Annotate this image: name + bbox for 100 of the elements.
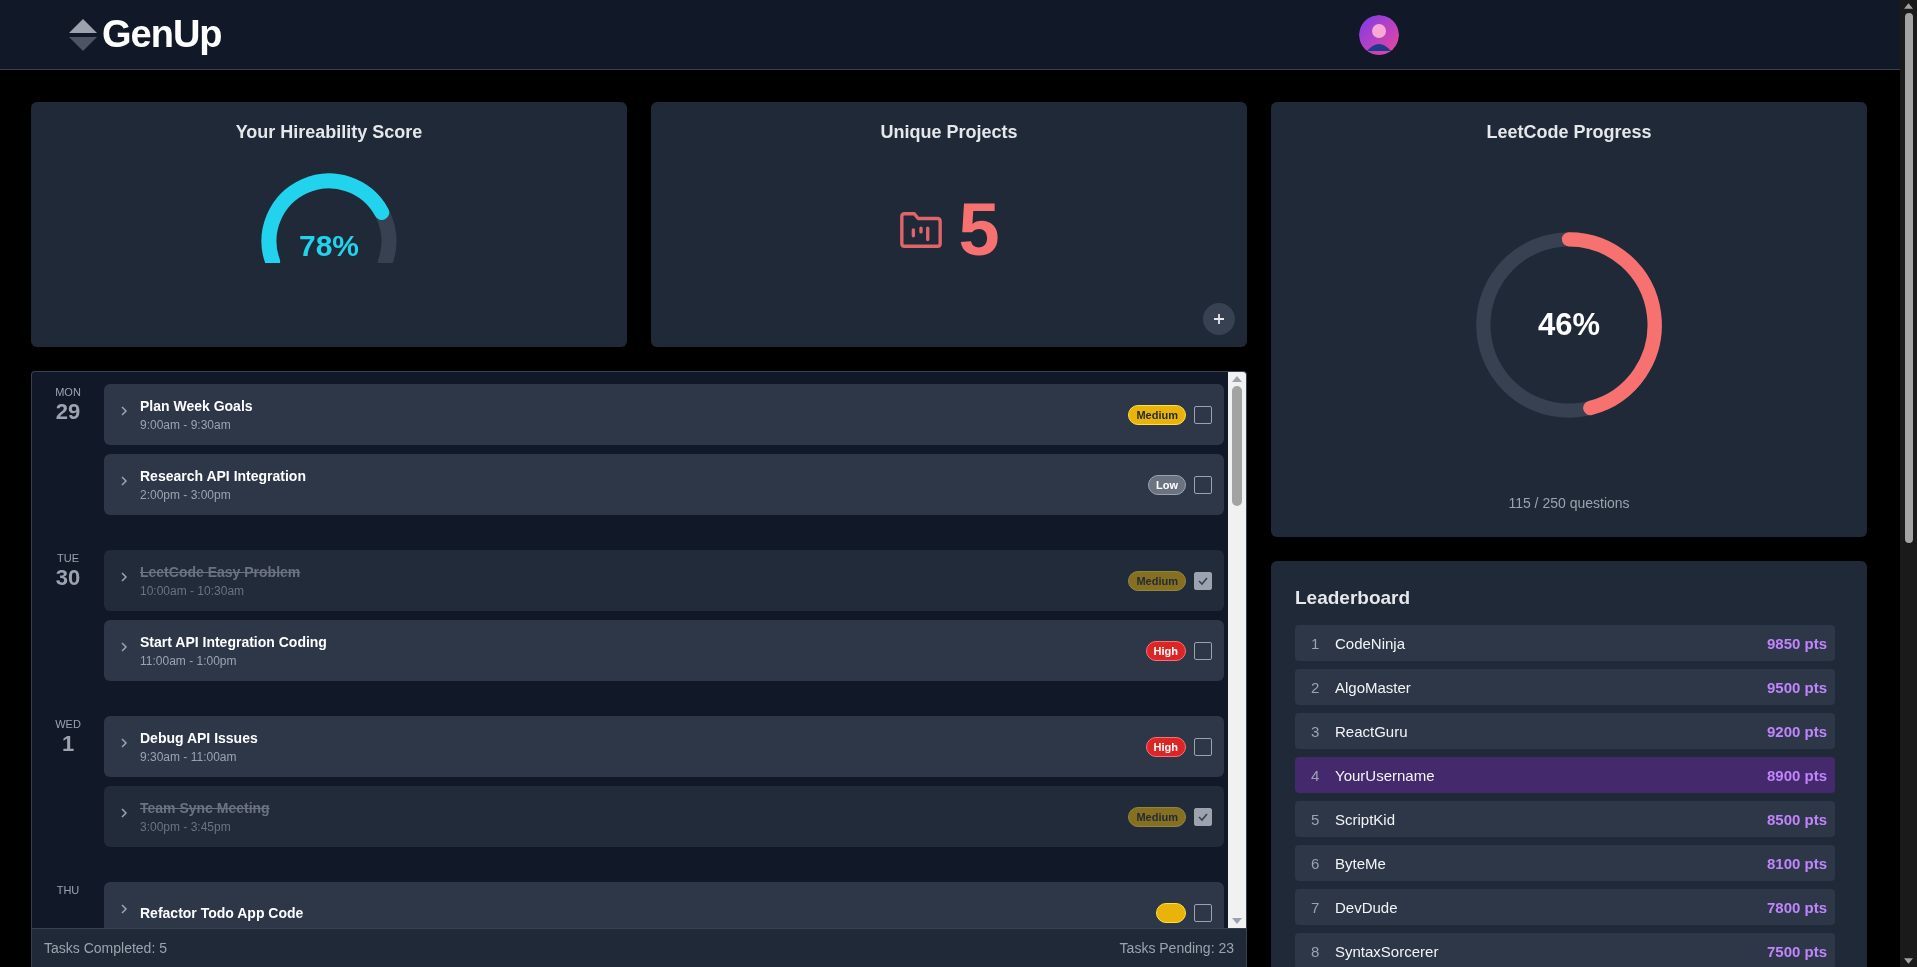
task-time: 11:00am - 1:00pm — [140, 653, 238, 668]
rank-number: 7 — [1311, 898, 1321, 916]
task-checkbox[interactable] — [1194, 903, 1212, 922]
player-name: ByteMe — [1335, 854, 1387, 872]
player-name: YourUsername — [1335, 766, 1436, 784]
rank-number: 6 — [1311, 854, 1321, 872]
player-name: CodeNinja — [1335, 634, 1407, 652]
chevron-icon[interactable] — [120, 807, 128, 819]
score-value: 78% — [297, 229, 360, 263]
player-points: 9200 pts — [1766, 722, 1827, 740]
player-name: AlgoMaster — [1335, 678, 1412, 696]
priority-tag: Medium — [1128, 806, 1186, 827]
card-title: Unique Projects — [880, 122, 1018, 143]
chevron-icon[interactable] — [120, 571, 128, 583]
folder-icon — [898, 210, 945, 250]
scrollbar[interactable] — [1900, 0, 1917, 967]
date-number: 30 — [55, 565, 81, 591]
player-name: SyntaxSorcerer — [1335, 942, 1440, 960]
chevron-icon[interactable] — [120, 903, 128, 915]
leaderboard-row[interactable]: 4 YourUsername 8900 pts — [1295, 757, 1835, 793]
task-title: Research API Integration — [140, 467, 307, 484]
scroll-up-icon[interactable] — [1904, 3, 1913, 9]
brand-name: GenUp — [102, 13, 222, 56]
chevron-icon[interactable] — [120, 405, 128, 417]
player-points: 8500 pts — [1766, 810, 1827, 828]
rank-number: 5 — [1311, 810, 1321, 828]
leaderboard-row[interactable]: 6 ByteMe 8100 pts — [1295, 845, 1835, 881]
scroll-thumb[interactable] — [1904, 13, 1913, 543]
scrollbar[interactable] — [1228, 372, 1246, 928]
date-number: 1 — [61, 731, 75, 757]
date-number: 29 — [55, 399, 81, 425]
task-time: 9:30am - 11:00am — [140, 749, 238, 764]
priority-tag — [1156, 902, 1186, 923]
player-points: 8100 pts — [1766, 854, 1827, 872]
priority-tag: High — [1145, 736, 1186, 757]
priority-tag: Low — [1148, 474, 1186, 495]
task-time: 10:00am - 10:30am — [140, 583, 246, 598]
task-checkbox[interactable] — [1194, 571, 1212, 590]
task-time: 3:00pm - 3:45pm — [140, 819, 232, 834]
scroll-thumb[interactable] — [1232, 386, 1242, 506]
rank-number: 2 — [1311, 678, 1321, 696]
player-name: ReactGuru — [1335, 722, 1409, 740]
priority-tag: Medium — [1128, 404, 1186, 425]
weekday-label: THU — [56, 884, 80, 896]
task-title: Debug API Issues — [140, 729, 259, 746]
task-checkbox[interactable] — [1194, 807, 1212, 826]
task-checkbox[interactable] — [1194, 641, 1212, 660]
add-button[interactable] — [1203, 303, 1235, 335]
player-points: 8900 pts — [1766, 766, 1827, 784]
weekday-label: MON — [55, 386, 81, 398]
player-points: 7500 pts — [1766, 942, 1827, 960]
task-item[interactable]: Start API Integration Coding 11:00am - 1:00pm High — [104, 620, 1224, 681]
chevron-icon[interactable] — [120, 475, 128, 487]
task-title: Plan Week Goals — [140, 397, 254, 414]
leaderboard-row[interactable]: 1 CodeNinja 9850 pts — [1295, 625, 1835, 661]
pending-count: Tasks Pending: 23 — [1119, 940, 1234, 956]
task-item[interactable]: Research API Integration 2:00pm - 3:00pm Low — [104, 454, 1224, 515]
task-checkbox[interactable] — [1194, 475, 1212, 494]
task-checkbox[interactable] — [1194, 405, 1212, 424]
weekday-label: TUE — [57, 552, 79, 564]
leaderboard-title: Leaderboard — [1295, 587, 1412, 609]
player-points: 9850 pts — [1766, 634, 1827, 652]
priority-tag: Medium — [1128, 570, 1186, 591]
leaderboard-row[interactable]: 5 ScriptKid 8500 pts — [1295, 801, 1835, 837]
rank-number: 8 — [1311, 942, 1321, 960]
task-title: Team Sync Meeting — [140, 799, 271, 816]
leaderboard-row[interactable]: 3 ReactGuru 9200 pts — [1295, 713, 1835, 749]
progress-value: 46% — [1536, 307, 1601, 343]
card-title: Your Hireability Score — [235, 122, 423, 143]
task-item[interactable]: Plan Week Goals 9:00am - 9:30am Medium — [104, 384, 1224, 445]
logo-icon — [68, 16, 98, 53]
leaderboard-row[interactable]: 8 SyntaxSorcerer 7500 pts — [1295, 933, 1835, 967]
player-name: ScriptKid — [1335, 810, 1397, 828]
leaderboard-row[interactable]: 2 AlgoMaster 9500 pts — [1295, 669, 1835, 705]
chevron-icon[interactable] — [120, 641, 128, 653]
task-item[interactable]: Refactor Todo App Code — [104, 882, 1224, 928]
task-title: LeetCode Easy Problem — [140, 563, 302, 580]
leaderboard-row[interactable]: 7 DevDude 7800 pts — [1295, 889, 1835, 925]
card-title: LeetCode Progress — [1486, 122, 1652, 143]
player-points: 7800 pts — [1766, 898, 1827, 916]
plus-icon — [1213, 313, 1225, 325]
task-time: 2:00pm - 3:00pm — [140, 487, 232, 502]
task-title: Start API Integration Coding — [140, 633, 328, 650]
weekday-label: WED — [55, 718, 81, 730]
rank-number: 4 — [1311, 766, 1321, 784]
scroll-down-icon[interactable] — [1904, 958, 1913, 964]
player-name: DevDude — [1335, 898, 1399, 916]
rank-number: 3 — [1311, 722, 1321, 740]
priority-tag: High — [1145, 640, 1186, 661]
task-item[interactable]: Debug API Issues 9:30am - 11:00am High — [104, 716, 1224, 777]
task-checkbox[interactable] — [1194, 737, 1212, 756]
avatar[interactable] — [1359, 14, 1399, 55]
chevron-icon[interactable] — [120, 737, 128, 749]
player-points: 9500 pts — [1766, 678, 1827, 696]
questions-caption: 115 / 250 questions — [1508, 495, 1630, 511]
completed-count: Tasks Completed: 5 — [44, 940, 167, 956]
task-time: 9:00am - 9:30am — [140, 417, 232, 432]
rank-number: 1 — [1311, 634, 1321, 652]
task-title: Refactor Todo App Code — [140, 904, 305, 921]
project-count: 5 — [958, 193, 1000, 267]
